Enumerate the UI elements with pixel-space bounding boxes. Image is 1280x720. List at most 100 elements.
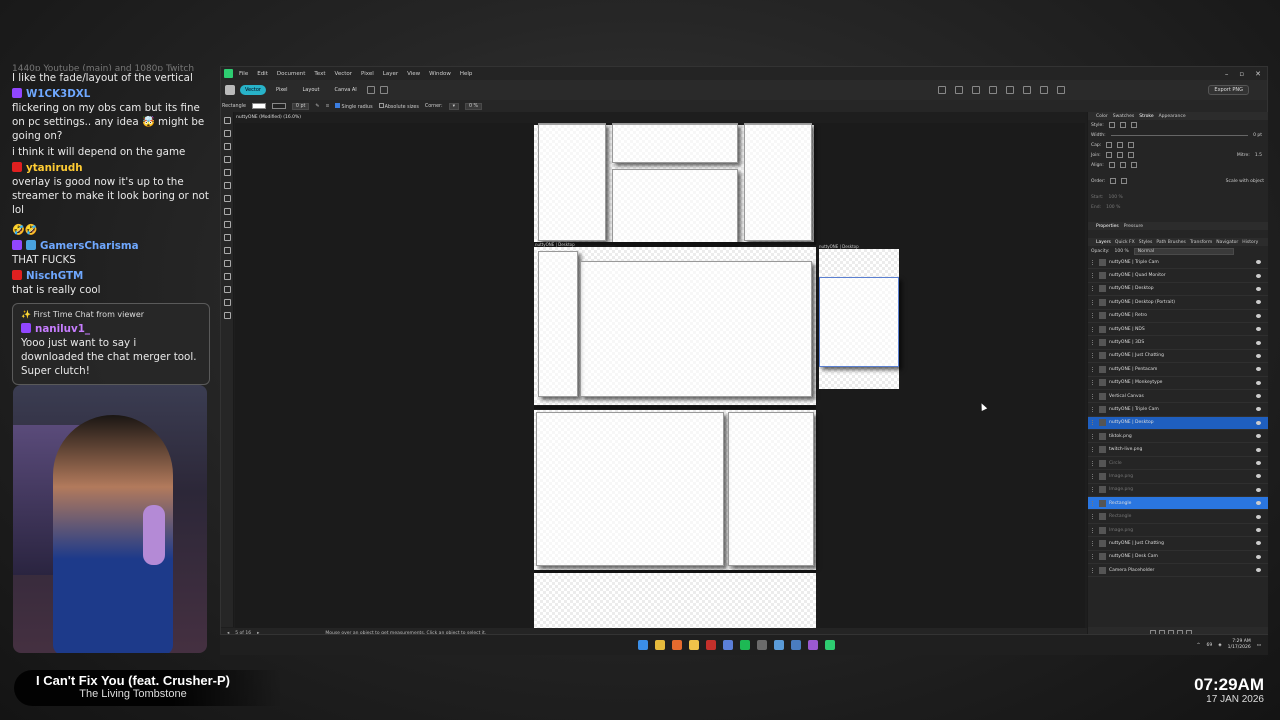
persona-pixel[interactable]: Pixel (271, 85, 293, 95)
layer-row[interactable]: Rectangle (1088, 497, 1268, 511)
layer-row[interactable]: Image.png (1088, 484, 1268, 498)
network-icon[interactable]: ◈ (1218, 643, 1221, 648)
join-bevel-button[interactable] (1127, 152, 1134, 158)
width-slider[interactable] (1110, 134, 1249, 136)
layer-row[interactable]: nuttyONE | Just Chatting (1088, 350, 1268, 364)
visibility-eye-icon[interactable] (1256, 340, 1261, 345)
settings-icon[interactable] (366, 86, 375, 94)
layer-handle-icon[interactable] (1092, 380, 1095, 386)
file-explorer-icon[interactable] (689, 640, 699, 650)
menu-view[interactable]: View (407, 71, 420, 77)
scale-with-object-label[interactable]: Scale with object (1226, 179, 1264, 184)
menu-layer[interactable]: Layer (383, 71, 398, 77)
app-icon[interactable] (791, 640, 801, 650)
persona-vector[interactable]: Vector (240, 85, 266, 95)
arrange-icon[interactable] (937, 86, 946, 94)
tab-pressure[interactable]: Pressure (1124, 224, 1143, 229)
align-outside-button[interactable] (1130, 162, 1137, 168)
hand-tool-icon[interactable] (223, 299, 231, 306)
preview-icon[interactable] (1056, 86, 1065, 94)
visibility-eye-icon[interactable] (1256, 286, 1261, 291)
visibility-eye-icon[interactable] (1256, 554, 1261, 559)
visibility-eye-icon[interactable] (1256, 447, 1261, 452)
text-tool-icon[interactable] (223, 247, 231, 254)
layer-row[interactable]: Camera Placeholder (1088, 564, 1268, 578)
order-front-button[interactable] (1121, 178, 1128, 184)
layer-row[interactable]: twitch-live.png (1088, 443, 1268, 457)
corner-percent-field[interactable]: 0 % (464, 102, 483, 110)
menu-text[interactable]: Text (314, 71, 325, 77)
visibility-eye-icon[interactable] (1256, 434, 1261, 439)
tab-history[interactable]: History (1242, 240, 1258, 245)
layout-slot[interactable] (538, 123, 606, 241)
layer-handle-icon[interactable] (1092, 313, 1095, 319)
layer-handle-icon[interactable] (1092, 273, 1095, 279)
artboard[interactable] (534, 247, 816, 405)
selected-slot[interactable] (819, 277, 899, 367)
single-radius-checkbox[interactable] (335, 102, 341, 108)
visibility-eye-icon[interactable] (1256, 353, 1261, 358)
mitre-value[interactable]: 1.5 (1255, 153, 1262, 158)
visibility-eye-icon[interactable] (1256, 300, 1261, 305)
spotify-icon[interactable] (740, 640, 750, 650)
align-center-button[interactable] (1108, 162, 1115, 168)
minimize-icon[interactable]: – (1225, 70, 1229, 78)
layout-slot[interactable] (744, 123, 812, 241)
table-tool-icon[interactable] (223, 260, 231, 267)
order-behind-button[interactable] (1110, 178, 1117, 184)
obs-icon[interactable] (706, 640, 716, 650)
layer-row[interactable]: nuttyONE | Monkeytype (1088, 377, 1268, 390)
layer-row[interactable]: nuttyONE | Desktop (1088, 283, 1268, 297)
visibility-eye-icon[interactable] (1256, 273, 1261, 278)
persona-layout[interactable]: Layout (298, 85, 325, 95)
layer-handle-icon[interactable] (1092, 473, 1095, 479)
layer-row[interactable]: nuttyONE | Desktop (Portrait) (1088, 296, 1268, 310)
tab-navigator[interactable]: Navigator (1216, 240, 1238, 245)
stroke-width-field[interactable]: 0 pt (291, 102, 310, 110)
layer-row[interactable]: nuttyONE | Retro (1088, 310, 1268, 323)
eyedropper-tool-icon[interactable] (223, 286, 231, 293)
chrome-icon[interactable] (655, 640, 665, 650)
style-dash-button[interactable] (1130, 122, 1137, 128)
tab-path-brushes[interactable]: Path Brushes (1156, 240, 1185, 245)
layer-handle-icon[interactable] (1092, 447, 1095, 453)
image-tool-icon[interactable] (223, 273, 231, 280)
opacity-value[interactable]: 100 % (1115, 249, 1129, 254)
layer-row[interactable]: nuttyONE | Pentacam (1088, 363, 1268, 377)
layer-row[interactable]: nuttyONE | Quad Monitor (1088, 269, 1268, 283)
transform-icon[interactable] (1005, 86, 1014, 94)
blend-mode-dropdown[interactable]: Normal (1133, 247, 1234, 255)
layer-handle-icon[interactable] (1092, 286, 1095, 292)
vertical-artboard[interactable] (819, 249, 899, 389)
visibility-eye-icon[interactable] (1256, 407, 1261, 412)
visibility-eye-icon[interactable] (1256, 514, 1261, 519)
visibility-eye-icon[interactable] (1256, 394, 1261, 399)
weather-temp[interactable]: 69 (1206, 643, 1212, 648)
boolean-add-icon[interactable] (954, 86, 963, 94)
node-tool-icon[interactable] (223, 130, 231, 137)
visibility-eye-icon[interactable] (1256, 313, 1261, 318)
tab-properties[interactable]: Properties (1096, 224, 1119, 229)
visibility-eye-icon[interactable] (1256, 501, 1261, 506)
layer-handle-icon[interactable] (1092, 514, 1095, 520)
layout-slot[interactable] (612, 123, 738, 163)
layer-row[interactable]: nuttyONE | 3DS (1088, 336, 1268, 350)
app-icon[interactable] (774, 640, 784, 650)
tab-layers[interactable]: Layers (1096, 240, 1111, 245)
firefox-icon[interactable] (672, 640, 682, 650)
cap-butt-button[interactable] (1106, 142, 1113, 148)
layer-row[interactable]: Image.png (1088, 470, 1268, 484)
visibility-eye-icon[interactable] (1256, 528, 1261, 532)
layout-slot[interactable] (728, 412, 814, 566)
app-icon[interactable] (757, 640, 767, 650)
layer-row[interactable]: nuttyONE | Just Chatting (1088, 537, 1268, 551)
app-icon[interactable] (723, 640, 733, 650)
layer-handle-icon[interactable] (1092, 554, 1095, 560)
stroke-swatch[interactable] (271, 103, 286, 109)
start-scale[interactable]: 100 % (1109, 195, 1123, 200)
visibility-eye-icon[interactable] (1256, 260, 1261, 265)
close-document-icon[interactable] (379, 86, 388, 94)
layer-row[interactable]: nuttyONE | Triple Cam (1088, 403, 1268, 417)
layer-handle-icon[interactable] (1092, 500, 1095, 506)
layer-handle-icon[interactable] (1092, 460, 1095, 466)
